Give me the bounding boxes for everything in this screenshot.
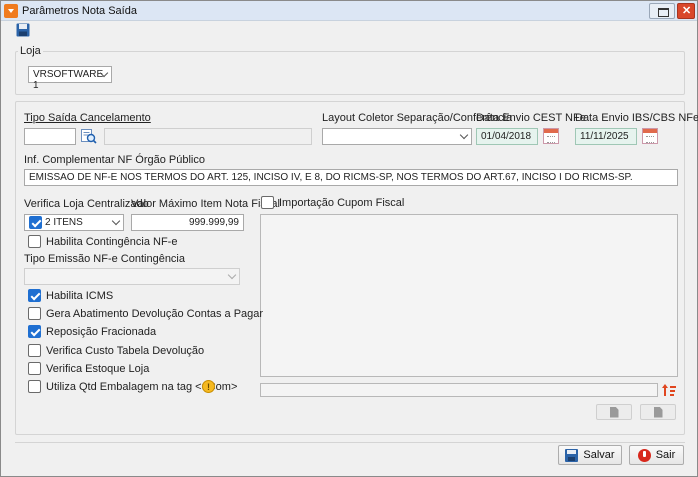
- title-bar: Parâmetros Nota Saída: [1, 1, 697, 21]
- loja-legend: Loja: [20, 45, 41, 57]
- importacao-cupom-panel: [260, 214, 678, 377]
- habilita-contingencia-checkbox[interactable]: Habilita Contingência NF-e: [28, 235, 177, 248]
- save-button-label: Salvar: [583, 449, 615, 461]
- verifica-estoque-label: Verifica Estoque Loja: [46, 362, 150, 375]
- data-envio-cest-input[interactable]: 01/04/2018: [476, 128, 538, 145]
- verifica-estoque-box[interactable]: [28, 362, 41, 375]
- calendar-icon[interactable]: [642, 128, 658, 144]
- data-envio-ibs-input[interactable]: 11/11/2025: [575, 128, 637, 145]
- add-item-button[interactable]: [596, 404, 632, 420]
- habilita-icms-box[interactable]: [28, 289, 41, 302]
- gera-abatimento-checkbox[interactable]: Gera Abatimento Devolução Contas a Pagar: [28, 307, 263, 320]
- layout-coletor-select[interactable]: [322, 128, 472, 145]
- valor-maximo-label: Valor Máximo Item Nota Fiscal: [131, 198, 280, 210]
- progress-bar: [260, 383, 658, 397]
- inf-complementar-input[interactable]: EMISSAO DE NF-E NOS TERMOS DO ART. 125, …: [24, 169, 678, 186]
- search-icon[interactable]: [81, 128, 97, 144]
- exit-button[interactable]: Sair: [629, 445, 684, 465]
- habilita-icms-label: Habilita ICMS: [46, 289, 114, 302]
- reposicao-fracionada-label: Reposição Fracionada: [46, 325, 157, 338]
- gera-abatimento-box[interactable]: [28, 307, 41, 320]
- verifica-estoque-checkbox[interactable]: Verifica Estoque Loja: [28, 362, 149, 375]
- importacao-cupom-box[interactable]: [261, 196, 274, 209]
- chevron-down-icon: [227, 270, 237, 280]
- habilita-contingencia-label: Habilita Contingência NF-e: [46, 235, 178, 248]
- tipo-saida-description-field: [104, 128, 312, 145]
- calendar-icon[interactable]: [543, 128, 559, 144]
- remove-item-button[interactable]: [640, 404, 676, 420]
- main-window: Parâmetros Nota Saída Loja VRSOFTWARE 1 …: [0, 0, 698, 477]
- valor-maximo-input[interactable]: 999.999,99: [131, 214, 244, 231]
- verifica-loja-value: 2 ITENS: [45, 217, 83, 228]
- chevron-down-icon: [111, 216, 121, 226]
- exit-button-label: Sair: [655, 449, 676, 461]
- loja-group: Loja: [15, 45, 685, 95]
- reposicao-fracionada-checkbox[interactable]: Reposição Fracionada: [28, 325, 156, 338]
- reposicao-fracionada-box[interactable]: [28, 325, 41, 338]
- data-envio-ibs-label: Data Envio IBS/CBS NFe: [575, 112, 698, 124]
- habilita-icms-checkbox[interactable]: Habilita ICMS: [28, 289, 113, 302]
- document-icon: [609, 406, 619, 418]
- gera-abatimento-label: Gera Abatimento Devolução Contas a Pagar: [46, 307, 264, 320]
- data-envio-cest-label: Data Envio CEST NFe: [476, 112, 586, 124]
- exit-icon: [637, 448, 651, 462]
- tipo-emissao-select: [24, 268, 240, 285]
- floppy-disk-icon[interactable]: [16, 23, 30, 37]
- tipo-saida-code-input[interactable]: [24, 128, 76, 145]
- utiliza-qtd-embalagem-box[interactable]: [28, 380, 41, 393]
- floppy-disk-icon: [565, 448, 579, 462]
- close-button[interactable]: [677, 3, 695, 19]
- app-menu-icon[interactable]: [4, 4, 18, 18]
- verifica-custo-checkbox[interactable]: Verifica Custo Tabela Devolução: [28, 344, 204, 357]
- tipo-saida-label: Tipo Saída Cancelamento: [24, 112, 151, 124]
- verifica-loja-check: [29, 216, 42, 229]
- importacao-cupom-checkbox[interactable]: Importação Cupom Fiscal: [261, 196, 404, 209]
- save-button[interactable]: Salvar: [558, 445, 622, 465]
- document-icon: [653, 406, 663, 418]
- verifica-custo-box[interactable]: [28, 344, 41, 357]
- inf-complementar-label: Inf. Complementar NF Órgão Público: [24, 154, 205, 166]
- loja-select[interactable]: VRSOFTWARE 1: [28, 66, 112, 91]
- verifica-custo-label: Verifica Custo Tabela Devolução: [46, 344, 205, 357]
- tipo-emissao-label: Tipo Emissão NF-e Contingência: [24, 253, 185, 265]
- importacao-cupom-label: Importação Cupom Fiscal: [279, 196, 405, 209]
- habilita-contingencia-box[interactable]: [28, 235, 41, 248]
- sort-order-icon[interactable]: [662, 383, 676, 397]
- chevron-down-icon: [459, 130, 469, 140]
- verifica-loja-select[interactable]: 2 ITENS: [24, 214, 124, 231]
- info-icon[interactable]: !: [202, 380, 215, 393]
- window-title: Parâmetros Nota Saída: [22, 5, 137, 17]
- restore-button[interactable]: [649, 3, 675, 19]
